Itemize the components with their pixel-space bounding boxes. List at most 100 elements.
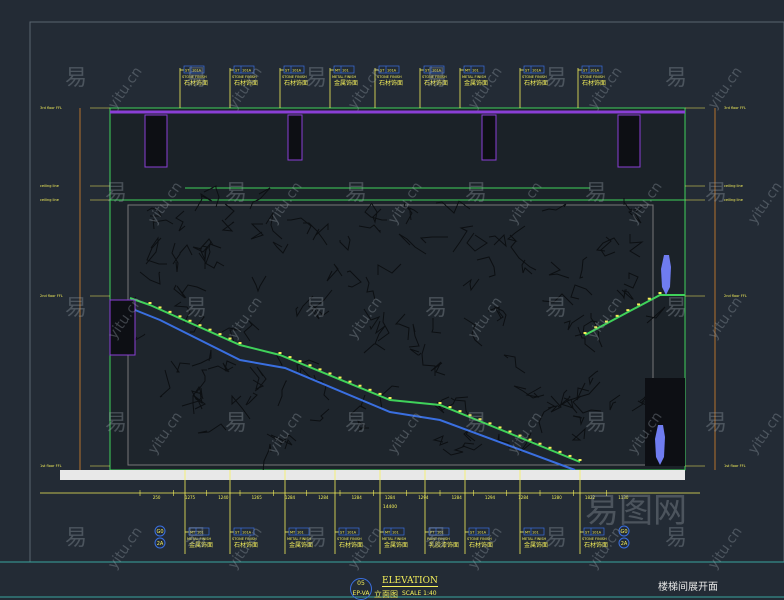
tag-number: 101 <box>392 531 399 535</box>
tag-number: 101 <box>532 531 539 535</box>
stair-nosing-light <box>178 315 182 318</box>
stair-nosing-light <box>338 376 342 379</box>
stair-nosing-light <box>278 352 282 354</box>
stair-nosing-light <box>488 422 492 425</box>
watermark: 易 <box>225 181 247 206</box>
watermark: 易 <box>425 526 447 551</box>
watermark: 易 <box>465 181 487 206</box>
drawing-title-en: ELEVATION <box>382 576 438 587</box>
watermark: 易 <box>105 181 127 206</box>
drawing-title-cn: 立面图 <box>374 590 398 599</box>
watermark: 易 <box>65 296 87 321</box>
watermark: 易 <box>305 66 327 91</box>
watermark: 易 <box>65 66 87 91</box>
stair-nosing-light <box>637 303 641 306</box>
level-label-right: 3rd floor FFL <box>724 106 746 110</box>
level-label-left: 2nd floor FFL <box>40 294 63 298</box>
level-label-left: 1st floor FFL <box>40 464 62 468</box>
stair-nosing-light <box>368 388 372 391</box>
dimension-value: 1240 <box>218 495 229 500</box>
stair-nosing-light <box>438 402 442 404</box>
watermark: 易 <box>545 296 567 321</box>
dimension-value: 1265 <box>252 495 263 500</box>
watermark: 易 <box>345 411 367 436</box>
stair-nosing-light <box>348 380 352 383</box>
tag-finish-en: METAL FINISH <box>332 75 356 79</box>
total-dimension: 14400 <box>383 504 397 510</box>
stair-nosing-light <box>626 309 630 312</box>
watermark: 易 <box>185 526 207 551</box>
watermark: 易 <box>105 411 127 436</box>
stair-nosing-light <box>208 328 212 331</box>
watermark: 易 <box>425 296 447 321</box>
stair-nosing-light <box>508 430 512 433</box>
dimension-value: 1284 <box>385 495 396 500</box>
watermark: 易 <box>345 181 367 206</box>
stair-nosing-light <box>288 356 292 359</box>
tag-number: 101A <box>532 69 542 73</box>
tag-finish-cn: 石材饰面 <box>379 79 403 87</box>
watermark: 易 <box>185 66 207 91</box>
watermark: 易 <box>585 411 607 436</box>
tag-finish-en: STONE FINISH <box>522 75 547 79</box>
watermark: 易 <box>465 411 487 436</box>
tag-code: MT <box>525 531 531 535</box>
watermark: 易 <box>425 66 447 91</box>
tag-number: 101 <box>297 531 304 535</box>
dimension-value: 1294 <box>485 495 496 500</box>
watermark: 易 <box>305 296 327 321</box>
stair-nosing-light <box>647 297 651 300</box>
elevation-drawing: 250 1275 1240 1265 1284 1284 1284 1284 1294 1284 1… <box>0 0 784 600</box>
stair-nosing-light <box>358 384 362 387</box>
floor-slab <box>60 470 685 480</box>
watermark: 易 <box>585 181 607 206</box>
section-mark-bottom: 2A <box>621 541 628 547</box>
watermark-logo: 易图网 <box>585 491 687 531</box>
tag-code: MT <box>290 531 296 535</box>
stair-nosing-light <box>168 310 172 313</box>
stair-nosing-light <box>318 368 322 371</box>
title-block: 05 EP-VA ELEVATION 立面图 SCALE 1:40 <box>350 576 450 600</box>
tag-code: MT <box>465 69 471 73</box>
tag-code: MT <box>335 69 341 73</box>
watermark: 易 <box>305 526 327 551</box>
sheet-title: 楼梯间展开面 <box>658 582 718 593</box>
watermark: 易 <box>705 181 727 206</box>
tag-number: 101A <box>347 531 357 535</box>
section-mark-top: G0 <box>156 529 163 535</box>
watermark: 易 <box>545 66 567 91</box>
watermark: 易 <box>665 66 687 91</box>
stair-nosing-light <box>308 364 312 367</box>
tag-finish-en: METAL FINISH <box>382 537 406 541</box>
stair-nosing-light <box>498 426 502 429</box>
stair-nosing-light <box>558 450 562 453</box>
level-label-left: ceiling line <box>40 184 59 188</box>
stair-nosing-light <box>448 406 452 409</box>
tag-number: 101 <box>472 69 479 73</box>
dimension-value: 1284 <box>285 495 296 500</box>
level-label-left: ceiling line <box>40 198 59 202</box>
ref-sheet: EP-VA <box>352 590 370 597</box>
stair-nosing-light <box>328 372 332 375</box>
stair-nosing-light <box>158 306 162 309</box>
stair-nosing-light <box>568 454 572 457</box>
tag-finish-en: STONE FINISH <box>282 75 307 79</box>
tag-finish-cn: 金属饰面 <box>334 79 358 87</box>
watermark: 易 <box>705 411 727 436</box>
stone-wall-panel <box>127 204 654 466</box>
tag-code: MT <box>385 531 391 535</box>
watermark: 易 <box>545 526 567 551</box>
watermark: 易 <box>665 296 687 321</box>
dimension-value: 250 <box>153 495 161 500</box>
stair-nosing-light <box>458 410 462 413</box>
tag-finish-en: METAL FINISH <box>522 537 546 541</box>
tag-finish-cn: 金属饰面 <box>384 541 408 549</box>
section-mark-bottom: 2A <box>157 541 164 547</box>
tag-finish-en: STONE FINISH <box>337 537 362 541</box>
tag-number: 101A <box>590 69 600 73</box>
tag-finish-en: STONE FINISH <box>580 75 605 79</box>
dimension-value: 1284 <box>452 495 463 500</box>
stair-nosing-light <box>218 333 222 336</box>
watermark: 易 <box>65 526 87 551</box>
stair-nosing-light <box>148 302 152 304</box>
